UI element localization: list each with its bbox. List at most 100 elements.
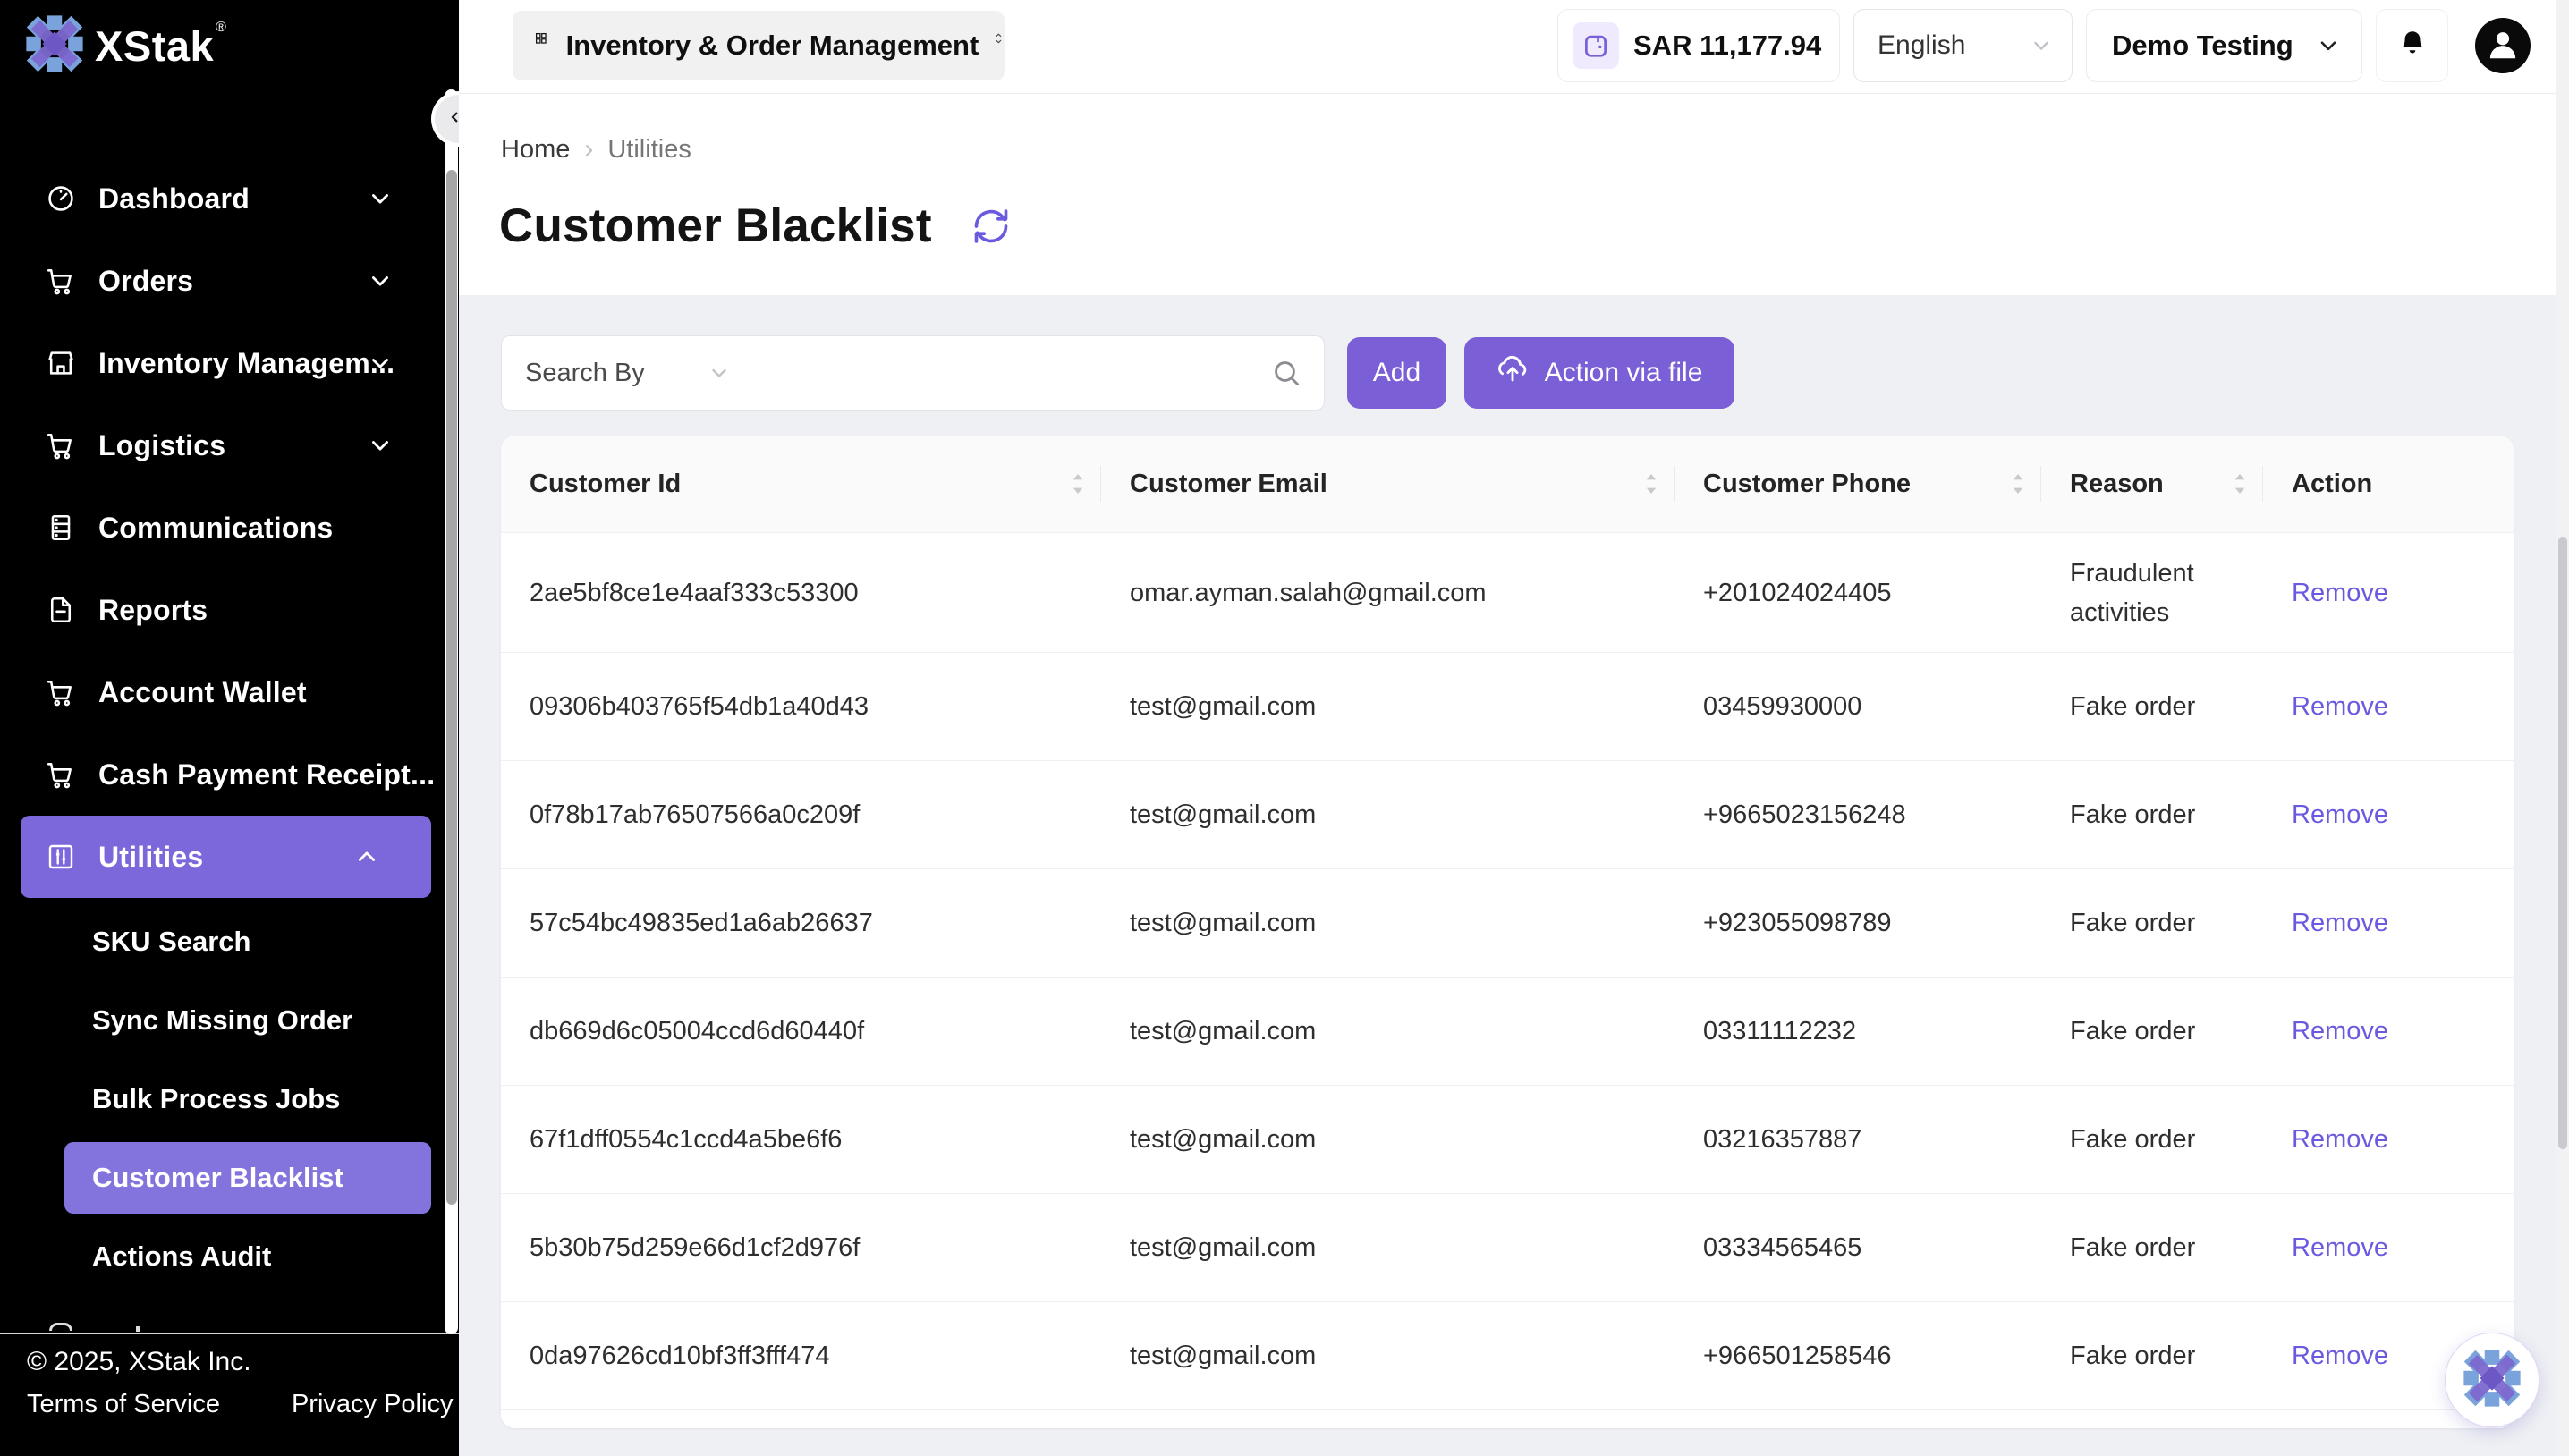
- customer-email-cell: test@gmail.com: [1101, 869, 1675, 977]
- user-avatar[interactable]: [2475, 18, 2531, 73]
- remove-link[interactable]: Remove: [2292, 687, 2388, 726]
- reason-cell: Fake order: [2041, 1194, 2263, 1301]
- floating-brand-button[interactable]: [2445, 1333, 2539, 1427]
- reason-cell: Fake order: [2041, 653, 2263, 760]
- notifications-button[interactable]: [2376, 9, 2448, 82]
- sidebar-subitem-customer-blacklist[interactable]: Customer Blacklist: [64, 1142, 431, 1214]
- sidebar-item-cash-payment-receipt[interactable]: Cash Payment Receipt...: [0, 733, 445, 816]
- column-header-reason[interactable]: Reason: [2041, 436, 2263, 532]
- customer-phone-cell: 03216357887: [1675, 1086, 2041, 1193]
- chevron-down-icon: [368, 433, 393, 458]
- table-row: 0da97626cd10bf3ff3fff474test@gmail.com+9…: [501, 1301, 2514, 1409]
- dashboard-icon: [45, 182, 77, 215]
- customer-email-cell: test@gmail.com: [1101, 978, 1675, 1085]
- remove-link[interactable]: Remove: [2292, 1012, 2388, 1051]
- content-panel: Search By Add Action via file Customer I…: [459, 295, 2569, 1456]
- grid-icon: [534, 31, 548, 60]
- language-select[interactable]: English: [1853, 9, 2073, 82]
- breadcrumb-home[interactable]: Home: [501, 135, 570, 165]
- sidebar-item-label: Dashboard: [98, 182, 250, 216]
- column-header-customer-phone[interactable]: Customer Phone: [1675, 436, 2041, 532]
- search-by-select[interactable]: Search By: [501, 335, 749, 411]
- topbar-divider: [459, 93, 2569, 94]
- search-box: [748, 335, 1325, 411]
- sidebar-item-reports[interactable]: Reports: [0, 569, 445, 651]
- sort-icon[interactable]: [1642, 470, 1660, 497]
- sidebar-item-inventory-managem[interactable]: Inventory Managem...: [0, 322, 445, 404]
- column-header-customer-id[interactable]: Customer Id: [501, 436, 1101, 532]
- action-cell: Remove: [2263, 1194, 2514, 1301]
- chevron-up-icon: [354, 844, 379, 869]
- sidebar-subitem-sync-missing-order[interactable]: Sync Missing Order: [0, 985, 445, 1056]
- table-row: db669d6c05004ccd6d60440ftest@gmail.com03…: [501, 977, 2514, 1085]
- sort-chevrons-icon: [993, 31, 1005, 60]
- registered-mark: ®: [216, 20, 226, 36]
- sort-icon[interactable]: [2231, 470, 2249, 497]
- table-body: 2ae5bf8ce1e4aaf333c53300omar.ayman.salah…: [501, 532, 2514, 1409]
- sidebar-item-logistics[interactable]: Logistics: [0, 404, 445, 487]
- wallet-balance[interactable]: SAR 11,177.94: [1557, 9, 1840, 82]
- customer-email-cell: test@gmail.com: [1101, 1194, 1675, 1301]
- customer-phone-cell: +9665023156248: [1675, 761, 2041, 868]
- sidebar-scrollbar-thumb[interactable]: [446, 170, 457, 1205]
- app-switcher-dropdown[interactable]: Inventory & Order Management: [513, 11, 1005, 80]
- sort-icon[interactable]: [1069, 470, 1087, 497]
- xstak-logo-icon: [25, 14, 84, 73]
- chevron-down-icon: [708, 362, 730, 384]
- remove-link[interactable]: Remove: [2292, 1336, 2388, 1376]
- language-value: English: [1878, 30, 1965, 61]
- sidebar-item-dashboard[interactable]: Dashboard: [0, 157, 445, 240]
- remove-link[interactable]: Remove: [2292, 1228, 2388, 1267]
- sidebar-item-utilities[interactable]: Utilities: [21, 816, 431, 898]
- app-root: XStak ® DashboardOrdersInventory Managem…: [0, 0, 2569, 1456]
- remove-link[interactable]: Remove: [2292, 1120, 2388, 1159]
- sort-icon[interactable]: [2009, 470, 2027, 497]
- cart-icon: [45, 676, 77, 708]
- remove-link[interactable]: Remove: [2292, 573, 2388, 613]
- terms-of-service-link[interactable]: Terms of Service: [27, 1390, 220, 1419]
- customer-id-cell: db669d6c05004ccd6d60440f: [501, 978, 1101, 1085]
- breadcrumb-utilities[interactable]: Utilities: [607, 135, 691, 165]
- column-header-label: Action: [2292, 470, 2372, 499]
- remove-link[interactable]: Remove: [2292, 795, 2388, 834]
- reason-cell: Fake order: [2041, 1302, 2263, 1409]
- search-icon[interactable]: [1270, 357, 1302, 389]
- action-cell: Remove: [2263, 869, 2514, 977]
- sidebar-item-label: Reports: [98, 594, 208, 627]
- customer-id-cell: 5b30b75d259e66d1cf2d976f: [501, 1194, 1101, 1301]
- reason-cell: Fake order: [2041, 761, 2263, 868]
- privacy-policy-link[interactable]: Privacy Policy: [292, 1390, 454, 1419]
- app-switcher-label: Inventory & Order Management: [566, 30, 979, 62]
- action-cell: Remove: [2263, 533, 2514, 652]
- sidebar-subitem-actions-audit[interactable]: Actions Audit: [0, 1221, 445, 1292]
- customer-phone-cell: +966501258546: [1675, 1302, 2041, 1409]
- breadcrumb: Home › Utilities: [501, 134, 691, 165]
- table-row: 5b30b75d259e66d1cf2d976ftest@gmail.com03…: [501, 1193, 2514, 1301]
- clipped-sidebar-item-icon: [49, 1323, 72, 1331]
- search-input[interactable]: [748, 359, 1270, 388]
- customer-phone-cell: 03311112232: [1675, 978, 2041, 1085]
- add-button[interactable]: Add: [1347, 337, 1446, 409]
- cart-icon: [45, 429, 77, 461]
- sliders-icon: [45, 841, 77, 873]
- sidebar-item-communications[interactable]: Communications: [0, 487, 445, 569]
- action-via-file-label: Action via file: [1545, 358, 1703, 388]
- file-icon: [45, 594, 77, 626]
- action-via-file-button[interactable]: Action via file: [1464, 337, 1734, 409]
- sidebar-subitem-bulk-process-jobs[interactable]: Bulk Process Jobs: [0, 1063, 445, 1135]
- sidebar-item-account-wallet[interactable]: Account Wallet: [0, 651, 445, 733]
- account-select[interactable]: Demo Testing: [2086, 9, 2362, 82]
- refresh-icon[interactable]: [971, 207, 1011, 246]
- sidebar-item-orders[interactable]: Orders: [0, 240, 445, 322]
- sidebar-subitem-sku-search[interactable]: SKU Search: [0, 906, 445, 978]
- customer-phone-cell: 03334565465: [1675, 1194, 2041, 1301]
- remove-link[interactable]: Remove: [2292, 903, 2388, 943]
- chevron-down-icon: [368, 268, 393, 293]
- customer-email-cell: test@gmail.com: [1101, 761, 1675, 868]
- table-header-row: Customer IdCustomer EmailCustomer PhoneR…: [501, 436, 2514, 532]
- customer-id-cell: 67f1dff0554c1ccd4a5be6f6: [501, 1086, 1101, 1193]
- column-header-customer-email[interactable]: Customer Email: [1101, 436, 1675, 532]
- page-scrollbar-thumb[interactable]: [2558, 537, 2567, 1149]
- customer-id-cell: 2ae5bf8ce1e4aaf333c53300: [501, 533, 1101, 652]
- action-cell: Remove: [2263, 1086, 2514, 1193]
